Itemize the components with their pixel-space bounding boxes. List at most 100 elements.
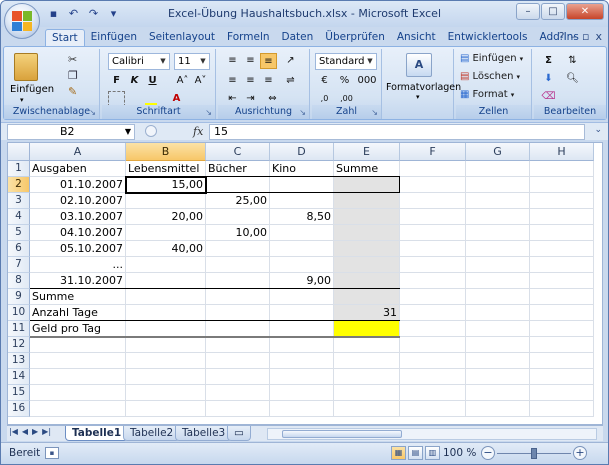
cell-b2[interactable]: 15,00 bbox=[126, 177, 206, 193]
cell-h14[interactable] bbox=[530, 369, 594, 385]
cell-f1[interactable] bbox=[400, 161, 466, 177]
row-header-3[interactable]: 3 bbox=[8, 193, 30, 209]
expand-formula-bar-icon[interactable]: ⌄ bbox=[594, 125, 602, 135]
grow-font-icon[interactable]: A˄ bbox=[174, 73, 191, 89]
zoom-out-icon[interactable]: − bbox=[481, 446, 495, 460]
cell-f10[interactable] bbox=[400, 305, 466, 321]
zoom-slider-thumb[interactable] bbox=[531, 448, 537, 459]
cell-e2[interactable] bbox=[334, 177, 400, 193]
cell-g12[interactable] bbox=[466, 337, 530, 353]
cell-a11[interactable]: Geld pro Tag bbox=[30, 321, 126, 337]
cell-h9[interactable] bbox=[530, 289, 594, 305]
cell-f9[interactable] bbox=[400, 289, 466, 305]
tab-formeln[interactable]: Formeln bbox=[221, 29, 275, 47]
thousands-button[interactable]: 000 bbox=[356, 73, 378, 89]
cell-e4[interactable] bbox=[334, 209, 400, 225]
wrap-text-icon[interactable]: ⇌ bbox=[282, 73, 299, 89]
cell-e9[interactable] bbox=[334, 289, 400, 305]
cell-c6[interactable] bbox=[206, 241, 270, 257]
cell-c12[interactable] bbox=[206, 337, 270, 353]
worksheet-grid[interactable]: A B C D E F G H 1 Ausgaben Lebensmittel Bücher Kino S… bbox=[7, 142, 603, 425]
zoom-level[interactable]: 100 % bbox=[443, 447, 476, 459]
cell-b14[interactable] bbox=[126, 369, 206, 385]
tab-ansicht[interactable]: Ansicht bbox=[391, 29, 442, 47]
cell-c1[interactable]: Bücher bbox=[206, 161, 270, 177]
cell-a5[interactable]: 04.10.2007 bbox=[30, 225, 126, 241]
close-icon[interactable]: ✕ bbox=[566, 3, 604, 20]
cell-e13[interactable] bbox=[334, 353, 400, 369]
office-button[interactable] bbox=[4, 3, 40, 39]
cell-e15[interactable] bbox=[334, 385, 400, 401]
zoom-in-icon[interactable]: + bbox=[573, 446, 587, 460]
cell-d6[interactable] bbox=[270, 241, 334, 257]
first-sheet-icon[interactable]: |◀ bbox=[9, 427, 18, 436]
name-box[interactable]: B2 ▼ bbox=[7, 124, 135, 140]
cell-c3[interactable]: 25,00 bbox=[206, 193, 270, 209]
cell-e7[interactable] bbox=[334, 257, 400, 273]
cell-g5[interactable] bbox=[466, 225, 530, 241]
text-orientation-icon[interactable]: ↗ bbox=[282, 53, 299, 69]
ribbon-restore-icon[interactable]: ▫ bbox=[582, 30, 589, 43]
formula-cancel-icon[interactable] bbox=[145, 125, 157, 137]
delete-cells-button[interactable]: ▤ Löschen ▾ bbox=[460, 71, 520, 82]
font-name-combo[interactable]: Calibri ▼ bbox=[108, 53, 170, 70]
cell-b1[interactable]: Lebensmittel bbox=[126, 161, 206, 177]
cell-b9[interactable] bbox=[126, 289, 206, 305]
page-layout-view-icon[interactable]: ▤ bbox=[408, 446, 423, 460]
clipboard-launcher-icon[interactable]: ↘ bbox=[89, 108, 96, 117]
cell-b15[interactable] bbox=[126, 385, 206, 401]
select-all-corner[interactable] bbox=[8, 143, 30, 161]
macro-record-icon[interactable]: ▪ bbox=[45, 447, 59, 459]
cell-d12[interactable] bbox=[270, 337, 334, 353]
row-header-7[interactable]: 7 bbox=[8, 257, 30, 273]
fill-icon[interactable]: ⬇ bbox=[540, 71, 557, 87]
cell-a10[interactable]: Anzahl Tage bbox=[30, 305, 126, 321]
cell-a15[interactable] bbox=[30, 385, 126, 401]
cell-f6[interactable] bbox=[400, 241, 466, 257]
copy-icon[interactable]: ❐ bbox=[68, 69, 78, 82]
cell-a4[interactable]: 03.10.2007 bbox=[30, 209, 126, 225]
cell-a9[interactable]: Summe bbox=[30, 289, 126, 305]
cell-d5[interactable] bbox=[270, 225, 334, 241]
column-header-g[interactable]: G bbox=[466, 143, 530, 161]
row-header-5[interactable]: 5 bbox=[8, 225, 30, 241]
cell-f11[interactable] bbox=[400, 321, 466, 337]
row-header-10[interactable]: 10 bbox=[8, 305, 30, 321]
cell-h16[interactable] bbox=[530, 401, 594, 417]
row-header-2[interactable]: 2 bbox=[8, 177, 30, 193]
cell-b7[interactable] bbox=[126, 257, 206, 273]
ribbon-close-icon[interactable]: x bbox=[595, 30, 602, 43]
column-header-d[interactable]: D bbox=[270, 143, 334, 161]
row-header-8[interactable]: 8 bbox=[8, 273, 30, 289]
cell-a1[interactable]: Ausgaben bbox=[30, 161, 126, 177]
prev-sheet-icon[interactable]: ◀ bbox=[22, 427, 28, 436]
cell-d8[interactable]: 9,00 bbox=[270, 273, 334, 289]
cell-b6[interactable]: 40,00 bbox=[126, 241, 206, 257]
next-sheet-icon[interactable]: ▶ bbox=[32, 427, 38, 436]
tab-start[interactable]: Start bbox=[45, 29, 85, 47]
cell-b4[interactable]: 20,00 bbox=[126, 209, 206, 225]
column-header-e[interactable]: E bbox=[334, 143, 400, 161]
cell-g1[interactable] bbox=[466, 161, 530, 177]
cell-c2[interactable] bbox=[206, 177, 270, 193]
cell-c9[interactable] bbox=[206, 289, 270, 305]
cell-b16[interactable] bbox=[126, 401, 206, 417]
row-header-14[interactable]: 14 bbox=[8, 369, 30, 385]
paste-button[interactable]: Einfügen bbox=[10, 84, 54, 95]
row-header-6[interactable]: 6 bbox=[8, 241, 30, 257]
cell-f13[interactable] bbox=[400, 353, 466, 369]
cell-b8[interactable] bbox=[126, 273, 206, 289]
cell-h6[interactable] bbox=[530, 241, 594, 257]
page-break-view-icon[interactable]: ▥ bbox=[425, 446, 440, 460]
cell-g14[interactable] bbox=[466, 369, 530, 385]
font-launcher-icon[interactable]: ↘ bbox=[205, 108, 212, 117]
cell-h5[interactable] bbox=[530, 225, 594, 241]
last-sheet-icon[interactable]: ▶| bbox=[42, 427, 51, 436]
row-header-9[interactable]: 9 bbox=[8, 289, 30, 305]
cell-a16[interactable] bbox=[30, 401, 126, 417]
cell-g9[interactable] bbox=[466, 289, 530, 305]
cell-f7[interactable] bbox=[400, 257, 466, 273]
align-middle-icon[interactable]: ≡ bbox=[242, 53, 259, 69]
cell-d1[interactable]: Kino bbox=[270, 161, 334, 177]
insert-sheet-icon[interactable]: ▭ bbox=[227, 426, 251, 441]
